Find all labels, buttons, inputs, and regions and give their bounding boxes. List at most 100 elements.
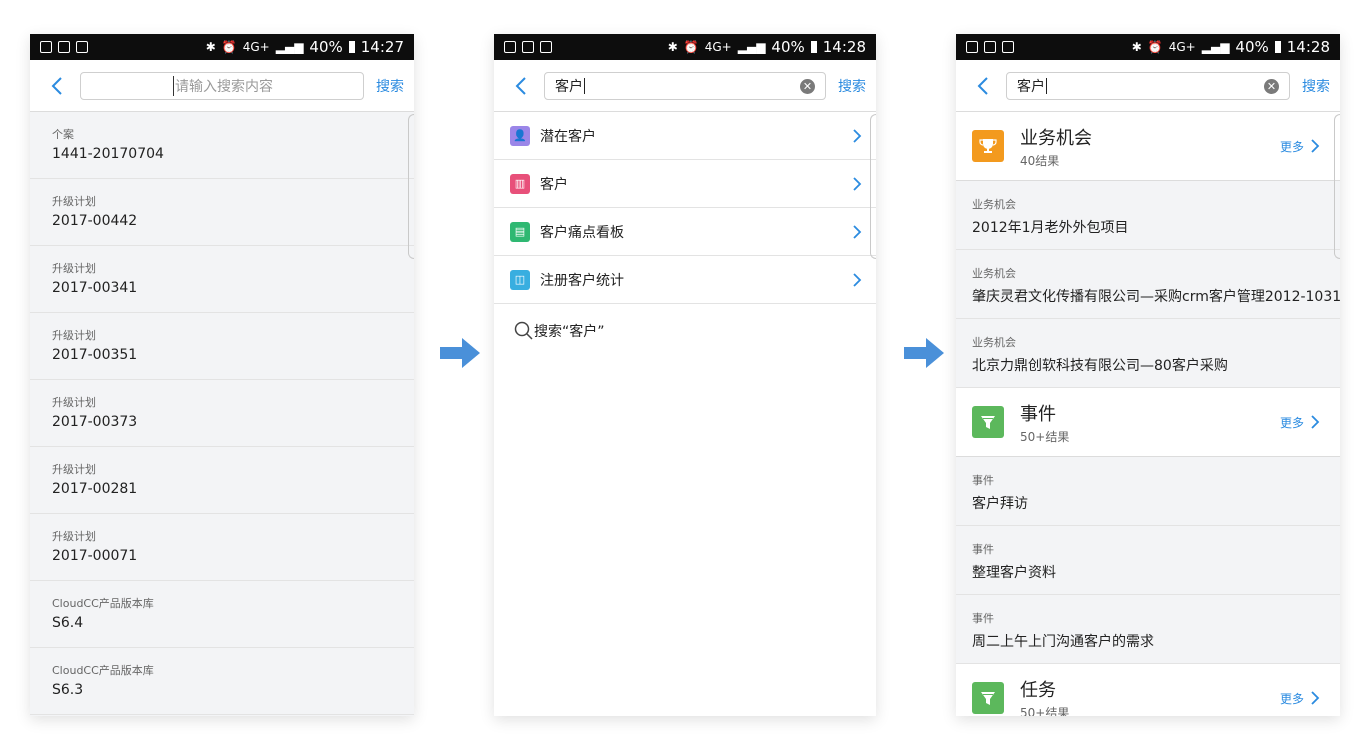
result-name: 肇庆灵君文化传播有限公司—采购crm客户管理2012-1031	[972, 289, 1340, 305]
list-item[interactable]: CloudCC产品版本库 S6.4	[30, 581, 414, 648]
section-title: 业务机会	[1020, 127, 1092, 149]
result-type: 事件	[972, 612, 994, 625]
result-row[interactable]: 业务机会 肇庆灵君文化传播有限公司—采购crm客户管理2012-1031	[956, 250, 1340, 319]
list-item[interactable]: 个案 1441-20170704	[30, 112, 414, 179]
clock: 14:28	[822, 38, 866, 56]
alarm-icon: ⏰	[221, 40, 237, 54]
record-name: S6.3	[52, 682, 84, 698]
text-caret	[1046, 77, 1047, 94]
funnel-icon-glyph	[981, 416, 995, 429]
list-item[interactable]: 升级计划 2017-00351	[30, 313, 414, 380]
search-header: 客户 ✕ 搜索	[956, 60, 1340, 112]
funnel-icon	[972, 682, 1004, 714]
object-row[interactable]: ▤ 客户痛点看板	[494, 208, 876, 256]
record-type: 升级计划	[52, 530, 96, 543]
back-button[interactable]	[44, 73, 70, 99]
phone-screen-3: ✱ ⏰ 4G+ ▂▄▆ 40% 14:28 客户 ✕ 搜索 业务机会 40结果 更多…	[956, 34, 1340, 716]
chevron-right-icon	[1311, 139, 1320, 153]
recent-records-list: 个案 1441-20170704 升级计划 2017-00442 升级计划 2017-00…	[30, 112, 414, 715]
clock: 14:27	[360, 38, 404, 56]
result-row[interactable]: 业务机会 2012年1月老外外包项目	[956, 181, 1340, 250]
result-row[interactable]: 事件 客户拜访	[956, 457, 1340, 526]
clear-icon[interactable]: ✕	[1264, 78, 1279, 94]
more-button[interactable]: 更多	[1280, 690, 1320, 707]
chevron-left-icon	[515, 76, 526, 95]
section-title: 任务	[1020, 679, 1056, 701]
result-name: 北京力鼎创软科技有限公司—80客户采购	[972, 358, 1228, 374]
record-type: 个案	[52, 128, 74, 141]
search-button[interactable]: 搜索	[838, 76, 866, 96]
result-row[interactable]: 事件 周二上午上门沟通客户的需求	[956, 595, 1340, 664]
result-type: 业务机会	[972, 336, 1016, 349]
search-input[interactable]: 客户 ✕	[544, 71, 826, 100]
record-type: 升级计划	[52, 396, 96, 409]
board-icon: ▤	[510, 221, 530, 242]
app-icon	[540, 41, 552, 53]
back-button[interactable]	[508, 73, 534, 99]
network-label: 4G+	[1168, 40, 1196, 54]
battery-icon	[348, 41, 355, 53]
more-label: 更多	[1279, 691, 1304, 706]
clear-icon[interactable]: ✕	[800, 78, 815, 94]
status-bar: ✱ ⏰ 4G+ ▂▄▆ 40% 14:28	[956, 34, 1340, 60]
chevron-right-icon	[853, 272, 862, 287]
text-caret	[584, 77, 585, 94]
scrollbar[interactable]	[1334, 114, 1340, 259]
record-type: 升级计划	[52, 262, 96, 275]
list-item[interactable]: CloudCC产品版本库 S6.3	[30, 648, 414, 715]
search-icon	[514, 321, 533, 340]
scrollbar[interactable]	[870, 114, 876, 259]
alarm-icon: ⏰	[1147, 40, 1163, 54]
search-button[interactable]: 搜索	[376, 76, 404, 96]
record-type: CloudCC产品版本库	[52, 664, 154, 677]
phone-screen-1: ✱ ⏰ 4G+ ▂▄▆ 40% 14:27 请输入搜索内容 搜索 个案 1441-…	[30, 34, 414, 716]
record-name: 1441-20170704	[52, 146, 164, 162]
building-icon: ▥	[510, 173, 530, 194]
chevron-right-icon	[1311, 691, 1320, 705]
object-row[interactable]: ◫ 注册客户统计	[494, 256, 876, 304]
more-button[interactable]: 更多	[1280, 138, 1320, 155]
list-item[interactable]: 升级计划 2017-00373	[30, 380, 414, 447]
network-label: 4G+	[704, 40, 732, 54]
search-button[interactable]: 搜索	[1302, 76, 1330, 96]
section-text: 任务 50+结果	[1020, 676, 1280, 717]
record-name: 2017-00351	[52, 347, 138, 363]
funnel-icon	[972, 406, 1004, 438]
bluetooth-icon: ✱	[1131, 40, 1142, 54]
chart-icon: ◫	[510, 269, 530, 290]
search-input[interactable]: 请输入搜索内容	[80, 71, 364, 100]
chevron-right-icon	[853, 224, 862, 239]
result-row[interactable]: 业务机会北京力鼎创软科技有限公司—80客户采购	[956, 319, 1340, 388]
search-placeholder: 请输入搜索内容	[173, 75, 273, 96]
record-type: 升级计划	[52, 195, 96, 208]
object-label: 客户痛点看板	[540, 224, 624, 241]
record-name: 2017-00281	[52, 481, 138, 497]
back-button[interactable]	[970, 73, 996, 99]
record-type: 升级计划	[52, 463, 96, 476]
search-input[interactable]: 客户 ✕	[1006, 71, 1290, 100]
record-type: 升级计划	[52, 329, 96, 342]
list-item[interactable]: 升级计划 2017-00281	[30, 447, 414, 514]
list-item[interactable]: 升级计划 2017-00341	[30, 246, 414, 313]
bluetooth-icon: ✱	[205, 40, 216, 54]
arrow-right-icon	[904, 338, 944, 368]
search-value: 客户	[555, 78, 583, 95]
result-row[interactable]: 事件 整理客户资料	[956, 526, 1340, 595]
object-row[interactable]: ▥ 客户	[494, 160, 876, 208]
chevron-right-icon	[1311, 415, 1320, 429]
object-label: 注册客户统计	[540, 272, 624, 289]
list-item[interactable]: 升级计划 2017-00071	[30, 514, 414, 581]
scrollbar[interactable]	[408, 114, 414, 259]
result-name: 2012年1月老外外包项目	[972, 220, 1129, 236]
object-row[interactable]: 👤 潜在客户	[494, 112, 876, 160]
more-button[interactable]: 更多	[1280, 414, 1320, 431]
status-bar: ✱ ⏰ 4G+ ▂▄▆ 40% 14:27	[30, 34, 414, 60]
search-all-row[interactable]: 搜索“客户”	[494, 304, 876, 358]
status-bar: ✱ ⏰ 4G+ ▂▄▆ 40% 14:28	[494, 34, 876, 60]
search-header: 请输入搜索内容 搜索	[30, 60, 414, 112]
battery-text: 40%	[309, 38, 343, 56]
section-header: 事件 50+结果 更多	[956, 388, 1340, 457]
list-item[interactable]: 升级计划 2017-00442	[30, 179, 414, 246]
chevron-right-icon	[853, 128, 862, 143]
section-text: 业务机会 40结果	[1020, 124, 1280, 169]
